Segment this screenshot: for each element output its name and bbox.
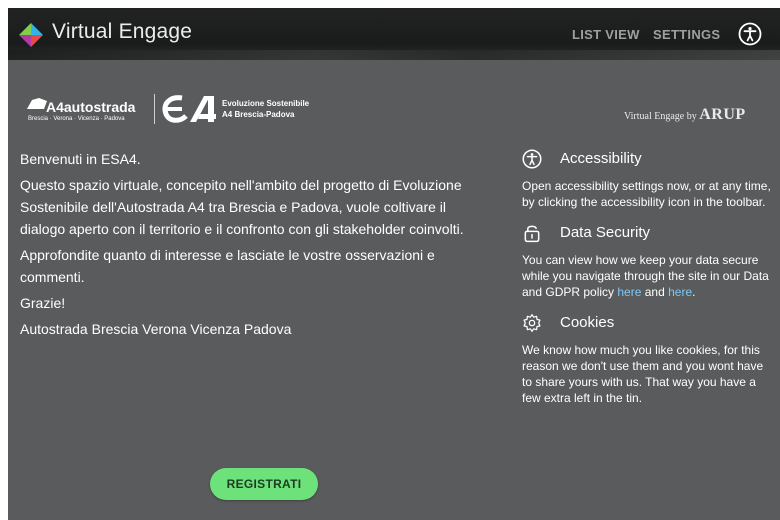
car-icon [27,98,47,109]
accessibility-title: Accessibility [560,150,642,167]
esa-line2: A4 Brescia-Padova [222,110,295,119]
diamond-logo-icon [19,23,43,47]
register-button[interactable]: REGISTRATI [210,468,318,500]
welcome-text: Benvenuti in ESA4. Questo spazio virtual… [20,148,490,344]
cookies-section-header: Cookies [522,312,772,336]
gdpr-link-2[interactable]: here [668,285,692,299]
toolbar: Virtual Engage LIST VIEW SETTINGS [8,8,780,60]
app-title: Virtual Engage [52,20,193,43]
gdpr-link-1[interactable]: here [617,285,641,299]
accessibility-icon[interactable] [738,22,762,46]
welcome-paragraph: Questo spazio virtuale, concepito nell'a… [20,177,464,237]
accessibility-body: Open accessibility settings now, or at a… [522,179,771,209]
gear-icon [523,314,541,332]
security-text-end: . [692,285,696,299]
security-section-header: Data Security [522,222,772,246]
a4-brand-name: A4autostrada [46,99,136,115]
padlock-icon [524,225,540,243]
esa-line1: Evoluzione Sostenibile [222,99,310,108]
welcome-paragraph: Approfondite quanto di interesse e lasci… [20,247,435,285]
nav-settings[interactable]: SETTINGS [653,27,720,42]
welcome-heading: Benvenuti in ESA4. [20,151,141,167]
accessibility-section-header: Accessibility [522,148,772,172]
welcome-thanks: Grazie! [20,295,66,311]
logo-divider [154,94,155,124]
welcome-signature: Autostrada Brescia Verona Vicenza Padova [20,321,292,337]
arup-brand: ARUP [699,106,746,123]
esa4-logo-icon [162,95,216,123]
a4-cities: Brescia · Verona · Vicenza · Padova [28,116,125,122]
nav-list-view[interactable]: LIST VIEW [572,27,640,42]
accessibility-icon [522,149,542,169]
cookies-title: Cookies [560,314,615,331]
security-body: You can view how we keep your data secur… [522,252,772,300]
welcome-panel: Virtual Engage LIST VIEW SETTINGS A4auto… [8,8,780,520]
security-title: Data Security [560,224,651,241]
info-column: Accessibility Open accessibility setting… [522,148,772,418]
cookies-body: We know how much you like cookies, for t… [522,343,764,405]
ve-by-prefix: Virtual Engage by [624,111,697,122]
a4-autostrada-logo: A4autostrada Brescia · Verona · Vicenza … [20,92,148,126]
virtual-engage-by-arup: Virtual Engage by ARUP [624,106,746,124]
security-text-mid: and [641,285,669,299]
